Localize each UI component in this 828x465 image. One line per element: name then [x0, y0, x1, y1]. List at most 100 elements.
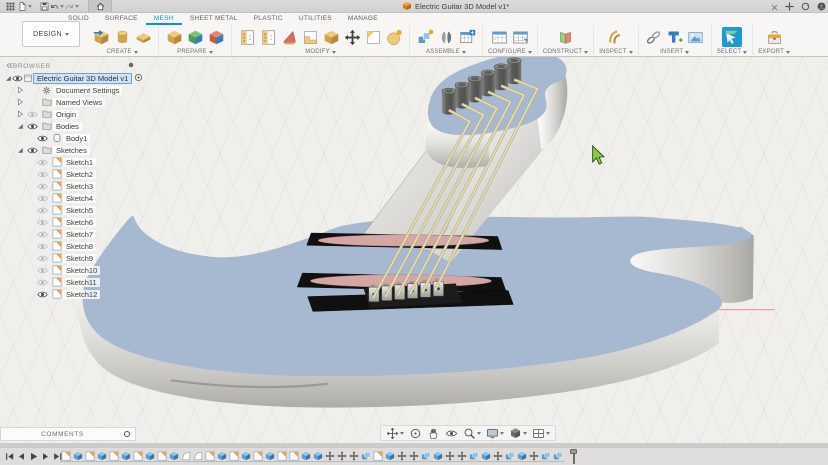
browser-item-named-views[interactable]: Named Views: [2, 96, 138, 108]
combine-feature[interactable]: [540, 450, 552, 462]
group-label-inspect[interactable]: INSPECT: [599, 49, 632, 55]
go-to-start-button[interactable]: [4, 451, 14, 462]
browser-item-sketches[interactable]: Sketches: [2, 144, 138, 156]
redo-icon[interactable]: [65, 0, 79, 13]
remesh-icon[interactable]: [185, 27, 205, 47]
measure-icon[interactable]: [606, 27, 626, 47]
move-feature[interactable]: [456, 450, 468, 462]
insert-canvas-icon[interactable]: [665, 27, 685, 47]
sketch-feature[interactable]: [156, 450, 168, 462]
timeline-position-marker[interactable]: [570, 449, 577, 464]
browser-item-label[interactable]: Sketch10: [63, 266, 100, 275]
form-feature[interactable]: [192, 450, 204, 462]
select-tool-icon[interactable]: [722, 27, 742, 47]
smooth-icon[interactable]: [321, 27, 341, 47]
visibility-eye-icon[interactable]: [35, 289, 50, 300]
browser-item-sketch1[interactable]: Sketch1: [2, 156, 138, 168]
insert-derive-icon[interactable]: [644, 27, 664, 47]
home-tab[interactable]: [88, 0, 112, 13]
browser-item-label[interactable]: Electric Guitar 3D Model v1: [33, 73, 132, 84]
move-feature[interactable]: [408, 450, 420, 462]
browser-item-label[interactable]: Sketch4: [63, 194, 96, 203]
tab-mesh[interactable]: MESH: [146, 13, 182, 25]
sketch-feature[interactable]: [288, 450, 300, 462]
browser-item-label[interactable]: Document Settings: [53, 86, 122, 95]
visibility-eye-icon[interactable]: [25, 121, 40, 132]
insert-image-icon[interactable]: [686, 27, 706, 47]
flange-icon[interactable]: [237, 27, 257, 47]
construction-plane-icon[interactable]: [556, 27, 576, 47]
sketch-feature[interactable]: [276, 450, 288, 462]
browser-item-sketch5[interactable]: Sketch5: [2, 204, 138, 216]
group-label-export[interactable]: EXPORT: [758, 49, 790, 55]
sketch-feature[interactable]: [372, 450, 384, 462]
browser-item-label[interactable]: Sketch5: [63, 206, 96, 215]
move-feature[interactable]: [348, 450, 360, 462]
create-flat-icon[interactable]: [133, 27, 153, 47]
browser-item-body1[interactable]: Body1: [2, 132, 138, 144]
combine-feature[interactable]: [360, 450, 372, 462]
visibility-eye-icon[interactable]: [35, 229, 50, 240]
file-icon[interactable]: [18, 0, 32, 13]
bend-icon[interactable]: [258, 27, 278, 47]
generate-mesh-icon[interactable]: [164, 27, 184, 47]
browser-item-label[interactable]: Sketch12: [63, 290, 100, 299]
move-feature[interactable]: [396, 450, 408, 462]
reduce-mesh-icon[interactable]: [206, 27, 226, 47]
sketch-feature[interactable]: [108, 450, 120, 462]
browser-item-sketch3[interactable]: Sketch3: [2, 180, 138, 192]
group-label-insert[interactable]: INSERT: [660, 49, 689, 55]
browser-item-sketch10[interactable]: Sketch10: [2, 264, 138, 276]
browser-header[interactable]: BROWSER: [2, 60, 138, 72]
erase-fill-icon[interactable]: [279, 27, 299, 47]
expander-icon[interactable]: [14, 122, 25, 130]
combine-feature[interactable]: [504, 450, 516, 462]
browser-item-sketch7[interactable]: Sketch7: [2, 228, 138, 240]
extrude-feature[interactable]: [240, 450, 252, 462]
move-feature[interactable]: [492, 450, 504, 462]
browser-item-label[interactable]: Sketches: [53, 146, 90, 155]
zoom-icon[interactable]: [461, 426, 483, 440]
extrude-feature[interactable]: [96, 450, 108, 462]
browser-item-sketch11[interactable]: Sketch11: [2, 276, 138, 288]
collapse-panel-icon[interactable]: [6, 62, 13, 71]
tab-solid[interactable]: SOLID: [60, 13, 97, 25]
plane-cut-icon[interactable]: [300, 27, 320, 47]
visibility-eye-icon[interactable]: [35, 217, 50, 228]
browser-item-sketch2[interactable]: Sketch2: [2, 168, 138, 180]
extrude-feature[interactable]: [72, 450, 84, 462]
extrude-feature[interactable]: [516, 450, 528, 462]
combine-feature[interactable]: [420, 450, 432, 462]
browser-item-label[interactable]: Body1: [63, 134, 90, 143]
viewport-canvas[interactable]: BROWSER Electric Guitar 3D Model v1 Docum…: [0, 57, 828, 443]
visibility-eye-icon[interactable]: [35, 181, 50, 192]
step-forward-button[interactable]: [40, 451, 50, 462]
new-component-icon[interactable]: [415, 27, 435, 47]
tab-sheet-metal[interactable]: SHEET METAL: [182, 13, 246, 25]
move-feature[interactable]: [444, 450, 456, 462]
visibility-eye-icon[interactable]: [35, 205, 50, 216]
group-label-construct[interactable]: CONSTRUCT: [543, 49, 588, 55]
sketch-feature[interactable]: [228, 450, 240, 462]
extrude-feature[interactable]: [300, 450, 312, 462]
step-back-button[interactable]: [16, 451, 26, 462]
orbit-icon[interactable]: [407, 426, 424, 440]
move-feature[interactable]: [336, 450, 348, 462]
joint-origin-icon[interactable]: [457, 27, 477, 47]
visibility-eye-icon[interactable]: [35, 241, 50, 252]
visibility-eye-icon[interactable]: [35, 169, 50, 180]
visibility-eye-icon[interactable]: [35, 193, 50, 204]
expander-icon[interactable]: [14, 110, 25, 118]
browser-item-origin[interactable]: Origin: [2, 108, 138, 120]
browser-item-sketch8[interactable]: Sketch8: [2, 240, 138, 252]
extrude-feature[interactable]: [384, 450, 396, 462]
direct-edit-icon[interactable]: [342, 27, 362, 47]
display-settings-icon[interactable]: [484, 426, 506, 440]
expander-icon[interactable]: [4, 74, 12, 82]
sketch-feature[interactable]: [204, 450, 216, 462]
insert-mesh-icon[interactable]: [91, 27, 111, 47]
browser-item-label[interactable]: Sketch1: [63, 158, 96, 167]
group-label-assemble[interactable]: ASSEMBLE: [426, 49, 466, 55]
sketch-feature[interactable]: [132, 450, 144, 462]
activate-component-icon[interactable]: [134, 73, 143, 84]
